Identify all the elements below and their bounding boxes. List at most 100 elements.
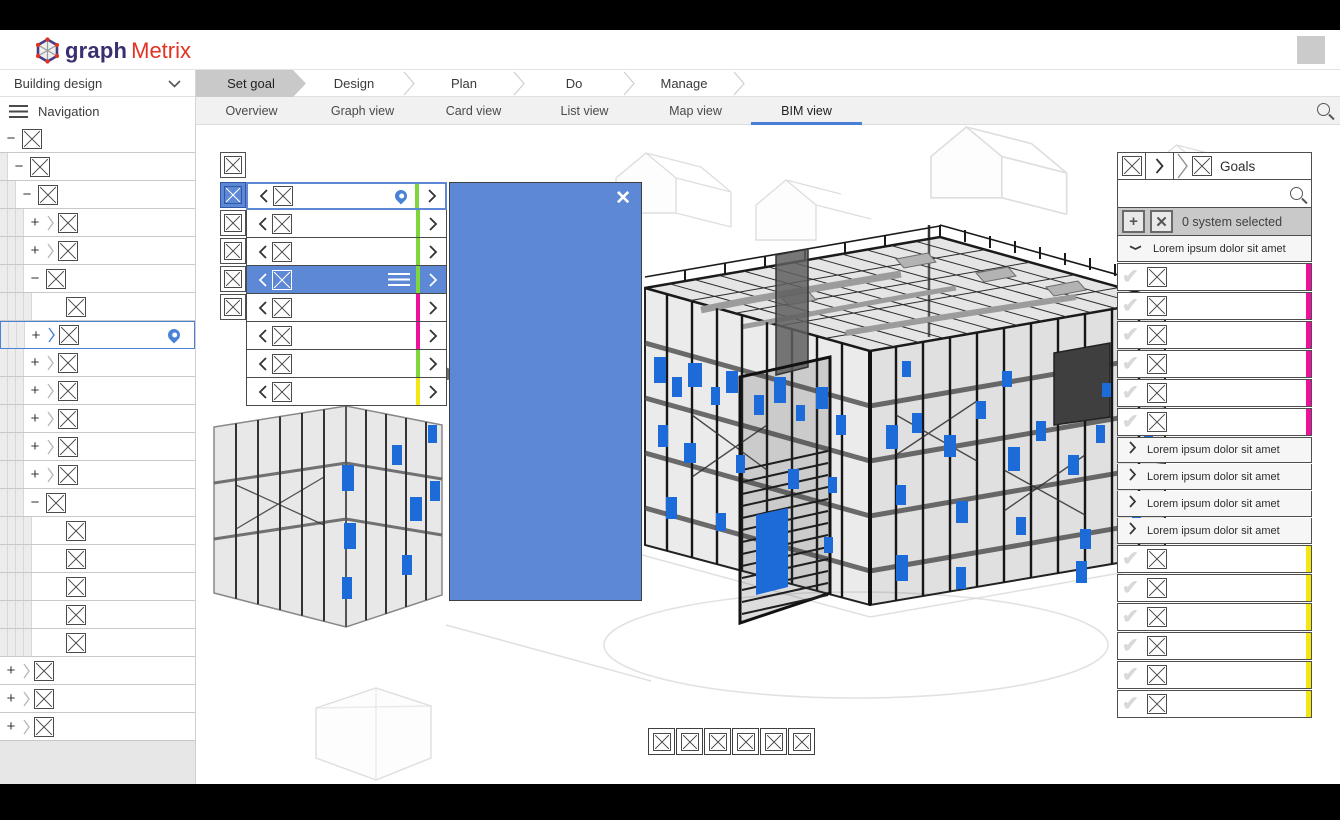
stage-tab-design[interactable]: Design: [306, 70, 402, 97]
layer-thumbnail[interactable]: [220, 210, 246, 236]
layer-row[interactable]: [246, 322, 447, 350]
tree-node-row[interactable]: −: [0, 125, 195, 153]
view-tab-graph-view[interactable]: Graph view: [307, 97, 418, 125]
toolbar-item-button[interactable]: [732, 728, 759, 755]
goal-check-row[interactable]: ✔: [1117, 263, 1312, 291]
navigation-header[interactable]: Navigation: [0, 97, 196, 125]
tree-expander[interactable]: +: [24, 438, 46, 455]
stage-tab-manage[interactable]: Manage: [636, 70, 732, 97]
toolbar-item-button[interactable]: [704, 728, 731, 755]
layer-thumbnail[interactable]: [220, 238, 246, 264]
tree-expander[interactable]: +: [0, 690, 22, 707]
tree-expander[interactable]: −: [24, 494, 46, 511]
goal-check-row[interactable]: ✔: [1117, 545, 1312, 573]
tree-node-row[interactable]: +: [0, 713, 195, 741]
tree-expander[interactable]: +: [0, 718, 22, 735]
search-icon[interactable]: [1290, 187, 1303, 200]
toolbar-item-button[interactable]: [648, 728, 675, 755]
tree-expander[interactable]: −: [0, 130, 22, 147]
tree-expander[interactable]: +: [24, 466, 46, 483]
chevron-left-icon[interactable]: [254, 328, 272, 344]
chevron-right-icon[interactable]: [420, 300, 446, 316]
goal-section-collapsed[interactable]: Lorem ipsum dolor sit amet: [1117, 491, 1312, 517]
remove-button[interactable]: ✕: [1150, 210, 1173, 233]
chevron-left-icon[interactable]: [254, 272, 272, 288]
layer-row[interactable]: [246, 182, 447, 210]
goals-search-row[interactable]: [1117, 180, 1312, 208]
goal-section-expanded[interactable]: Lorem ipsum dolor sit amet: [1117, 236, 1312, 262]
chevron-left-icon[interactable]: [254, 244, 272, 260]
goal-check-row[interactable]: ✔: [1117, 350, 1312, 378]
tree-node-row[interactable]: [0, 629, 195, 657]
goal-check-row[interactable]: ✔: [1117, 603, 1312, 631]
tree-node-row[interactable]: +: [0, 321, 195, 349]
layer-root-thumbnail[interactable]: [220, 152, 246, 178]
tree-node-row[interactable]: +: [0, 657, 195, 685]
tree-node-row[interactable]: +: [0, 237, 195, 265]
goal-section-collapsed[interactable]: Lorem ipsum dolor sit amet: [1117, 464, 1312, 490]
layer-thumbnail[interactable]: [220, 294, 246, 320]
checkbox-checked-icon[interactable]: ✔: [1122, 412, 1139, 432]
tree-expander[interactable]: +: [24, 214, 46, 231]
checkbox-checked-icon[interactable]: ✔: [1122, 354, 1139, 374]
window-control-box[interactable]: [1297, 36, 1325, 64]
chevron-left-icon[interactable]: [255, 188, 273, 204]
goal-check-row[interactable]: ✔: [1117, 661, 1312, 689]
view-tab-list-view[interactable]: List view: [529, 97, 640, 125]
checkbox-checked-icon[interactable]: ✔: [1122, 694, 1139, 714]
view-tab-card-view[interactable]: Card view: [418, 97, 529, 125]
tree-expander[interactable]: −: [8, 158, 30, 175]
bim-view-canvas[interactable]: ✕ Goals + ✕ 0 system selected Lorem ips: [196, 125, 1340, 784]
toolbar-item-button[interactable]: [788, 728, 815, 755]
checkbox-checked-icon[interactable]: ✔: [1122, 325, 1139, 345]
goal-section-collapsed[interactable]: Lorem ipsum dolor sit amet: [1117, 437, 1312, 463]
chevron-right-icon[interactable]: [419, 188, 445, 204]
goals-collapse-button[interactable]: [1146, 153, 1174, 179]
chevron-right-icon[interactable]: [420, 384, 446, 400]
tree-expander[interactable]: +: [25, 327, 47, 344]
tree-node-row[interactable]: +: [0, 377, 195, 405]
goal-check-row[interactable]: ✔: [1117, 292, 1312, 320]
goal-check-row[interactable]: ✔: [1117, 408, 1312, 436]
chevron-right-icon[interactable]: [420, 328, 446, 344]
chevron-left-icon[interactable]: [254, 356, 272, 372]
chevron-right-icon[interactable]: [420, 272, 446, 288]
tree-expander[interactable]: +: [24, 354, 46, 371]
checkbox-checked-icon[interactable]: ✔: [1122, 549, 1139, 569]
add-button[interactable]: +: [1122, 210, 1145, 233]
tree-node-row[interactable]: +: [0, 461, 195, 489]
tree-expander[interactable]: −: [16, 186, 38, 203]
goal-check-row[interactable]: ✔: [1117, 321, 1312, 349]
tree-node-row[interactable]: [0, 517, 195, 545]
tree-node-row[interactable]: −: [0, 153, 195, 181]
chevron-right-icon[interactable]: [420, 216, 446, 232]
menu-icon[interactable]: [388, 273, 410, 286]
tree-expander[interactable]: −: [24, 270, 46, 287]
layer-row[interactable]: [246, 294, 447, 322]
tree-node-row[interactable]: +: [0, 349, 195, 377]
checkbox-checked-icon[interactable]: ✔: [1122, 607, 1139, 627]
tree-node-row[interactable]: [0, 573, 195, 601]
layer-row[interactable]: [246, 238, 447, 266]
layer-row[interactable]: [246, 266, 447, 294]
chevron-right-icon[interactable]: [420, 244, 446, 260]
tree-node-row[interactable]: −: [0, 265, 195, 293]
checkbox-checked-icon[interactable]: ✔: [1122, 383, 1139, 403]
goals-thumbnail-box[interactable]: [1118, 153, 1146, 179]
tree-node-row[interactable]: [0, 601, 195, 629]
tree-node-row[interactable]: −: [0, 489, 195, 517]
layer-row[interactable]: [246, 378, 447, 406]
stage-tab-plan[interactable]: Plan: [416, 70, 512, 97]
layer-row[interactable]: [246, 210, 447, 238]
view-tab-map-view[interactable]: Map view: [640, 97, 751, 125]
toolbar-item-button[interactable]: [676, 728, 703, 755]
tree-expander[interactable]: +: [24, 242, 46, 259]
view-tab-bim-view[interactable]: BIM view: [751, 97, 862, 125]
tree-node-row[interactable]: +: [0, 405, 195, 433]
goal-check-row[interactable]: ✔: [1117, 379, 1312, 407]
chevron-right-icon[interactable]: [420, 356, 446, 372]
chevron-left-icon[interactable]: [254, 300, 272, 316]
stage-tab-set-goal[interactable]: Set goal: [196, 70, 306, 97]
tree-expander[interactable]: +: [24, 410, 46, 427]
project-selector[interactable]: Building design: [0, 70, 196, 97]
